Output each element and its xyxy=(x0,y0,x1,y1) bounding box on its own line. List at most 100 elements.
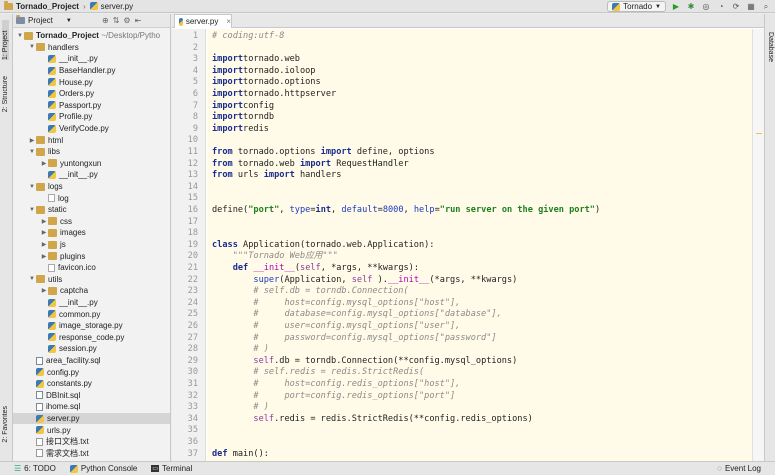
terminal-tab[interactable]: ▭ Terminal xyxy=(151,464,192,473)
code-token: self xyxy=(253,413,275,424)
line-number: 16 xyxy=(187,205,198,215)
tree-item[interactable]: ▼ static xyxy=(13,204,170,216)
hide-icon[interactable]: ⇤ xyxy=(135,16,142,25)
tree-item[interactable]: ▶ images xyxy=(13,227,170,239)
tree-item[interactable]: BaseHandler.py xyxy=(13,65,170,77)
tree-item[interactable]: Profile.py xyxy=(13,111,170,123)
todo-label: 6: TODO xyxy=(24,464,56,473)
collapse-all-icon[interactable]: ⇅ xyxy=(113,16,120,25)
tree-item-label: session.py xyxy=(59,344,97,354)
profile-icon[interactable]: ◔ xyxy=(716,2,726,12)
editor-tab-server[interactable]: server.py × xyxy=(174,14,232,28)
tree-item[interactable]: ▶ captcha xyxy=(13,285,170,297)
code-token: define( xyxy=(212,205,249,215)
tree-item[interactable]: ihome.sql xyxy=(13,401,170,413)
tree-item[interactable]: DBInit.sql xyxy=(13,390,170,402)
code-token: import xyxy=(212,54,244,65)
run-toolbar: Tornado ▼ ▶ ✱ ◎ ◔ ⟳ ▦ ⌕ xyxy=(607,0,771,13)
scroll-from-source-icon[interactable]: ⊕ xyxy=(102,16,109,25)
expanded-arrow-icon[interactable]: ▼ xyxy=(28,184,36,190)
tree-item[interactable]: ▶ css xyxy=(13,216,170,228)
tree-item[interactable]: area_facility.sql xyxy=(13,355,170,367)
python-file-icon xyxy=(48,344,56,353)
code-line: define("port", type=int, default=8000, h… xyxy=(212,205,600,217)
run-configuration-select[interactable]: Tornado ▼ xyxy=(607,1,666,12)
tree-item[interactable]: response_code.py xyxy=(13,332,170,344)
close-icon[interactable]: × xyxy=(226,17,231,26)
event-log-tab[interactable]: ◌ Event Log xyxy=(717,464,761,473)
collapsed-arrow-icon[interactable]: ▶ xyxy=(40,287,48,294)
tree-item[interactable]: 需求文档.txt xyxy=(13,448,170,460)
tree-item[interactable]: ▼ utils xyxy=(13,274,170,286)
tree-item[interactable]: constants.py xyxy=(13,378,170,390)
editor-area: server.py × 1 2 3 4 5 6 7 8 9 10 11 12 13 14 15 16 17 18 1… xyxy=(172,14,764,461)
gear-icon[interactable]: ⚙ xyxy=(123,16,130,25)
code-line: importtorndb xyxy=(212,112,274,124)
breadcrumb-file[interactable]: server.py xyxy=(89,2,133,11)
todo-tab[interactable]: ☰ 6: TODO xyxy=(14,464,56,473)
chevron-down-icon: ▼ xyxy=(65,17,72,24)
tree-item[interactable]: common.py xyxy=(13,308,170,320)
tree-item[interactable]: Passport.py xyxy=(13,100,170,112)
tree-item[interactable]: ▶ yuntongxun xyxy=(13,158,170,170)
tree-item[interactable]: log xyxy=(13,192,170,204)
tool-tab-structure[interactable]: 2: Structure xyxy=(2,76,9,112)
code-token: config xyxy=(243,100,275,111)
tool-tab-database[interactable]: Database xyxy=(767,32,774,62)
tree-item[interactable]: config.py xyxy=(13,366,170,378)
tree-item[interactable]: ▼ libs xyxy=(13,146,170,158)
tool-tab-favorites[interactable]: 2: Favorites xyxy=(2,406,9,443)
python-console-tab[interactable]: Python Console xyxy=(69,464,137,473)
debug-icon[interactable]: ✱ xyxy=(686,2,696,12)
tree-item[interactable]: favicon.ico xyxy=(13,262,170,274)
breadcrumb-project[interactable]: Tornado_Project xyxy=(4,0,79,11)
tool-tab-project[interactable]: 1: Project xyxy=(2,20,9,60)
project-view-dropdown[interactable]: Project ▼ xyxy=(16,15,78,25)
expanded-arrow-icon[interactable]: ▼ xyxy=(16,33,24,39)
collapsed-arrow-icon[interactable]: ▶ xyxy=(40,218,48,225)
tree-item[interactable]: ▶ js xyxy=(13,239,170,251)
tree-item[interactable]: ▶ html xyxy=(13,134,170,146)
code-token: , xyxy=(279,205,290,215)
stop-icon[interactable]: ▦ xyxy=(746,2,756,12)
code-token: torndb xyxy=(243,112,275,123)
expanded-arrow-icon[interactable]: ▼ xyxy=(28,149,36,155)
expanded-arrow-icon[interactable]: ▼ xyxy=(28,207,36,213)
tree-item[interactable]: ▶ plugins xyxy=(13,250,170,262)
tree-item[interactable]: Orders.py xyxy=(13,88,170,100)
search-icon[interactable]: ⌕ xyxy=(761,2,771,12)
todo-icon: ☰ xyxy=(14,464,22,473)
code-text-area[interactable]: # coding:utf-8 importtornado.web importtor… xyxy=(207,29,752,461)
tree-item[interactable]: __init__.py xyxy=(13,169,170,181)
tree-item[interactable]: image_storage.py xyxy=(13,320,170,332)
collapsed-arrow-icon[interactable]: ▶ xyxy=(40,253,48,260)
tree-item-label: response_code.py xyxy=(59,332,125,342)
coverage-icon[interactable]: ◎ xyxy=(701,2,711,12)
code-line: """Tornado Web应用""" xyxy=(212,251,338,263)
expanded-arrow-icon[interactable]: ▼ xyxy=(28,44,36,50)
tree-item[interactable]: ▼ handlers xyxy=(13,42,170,54)
code-token: """Tornado Web应用""" xyxy=(232,251,338,262)
tree-item[interactable]: __init__.py xyxy=(13,297,170,309)
tree-item[interactable]: VerifyCode.py xyxy=(13,123,170,135)
tree-item[interactable]: server.py xyxy=(13,412,170,425)
collapsed-arrow-icon[interactable]: ▶ xyxy=(40,229,48,236)
folder-icon xyxy=(48,217,57,226)
tree-item[interactable]: 接口文档.txt xyxy=(13,436,170,448)
code-token: import xyxy=(212,89,244,99)
tree-item[interactable]: session.py xyxy=(13,343,170,355)
concurrency-icon[interactable]: ⟳ xyxy=(731,2,741,12)
tree-item[interactable]: ▼ Tornado_Project ~/Desktop/Pytho xyxy=(13,30,170,42)
tree-item[interactable]: __init__.py xyxy=(13,53,170,65)
code-line: super(Application, self ).__init__(*args… xyxy=(212,275,517,287)
tree-item[interactable]: House.py xyxy=(13,76,170,88)
tree-item-label: 需求文档.txt xyxy=(46,448,89,458)
tree-item[interactable]: urls.py xyxy=(13,424,170,436)
collapsed-arrow-icon[interactable]: ▶ xyxy=(40,160,48,167)
expanded-arrow-icon[interactable]: ▼ xyxy=(28,276,36,282)
run-icon[interactable]: ▶ xyxy=(671,2,681,12)
collapsed-arrow-icon[interactable]: ▶ xyxy=(28,137,36,144)
tree-item[interactable]: ▼ logs xyxy=(13,181,170,193)
collapsed-arrow-icon[interactable]: ▶ xyxy=(40,241,48,248)
